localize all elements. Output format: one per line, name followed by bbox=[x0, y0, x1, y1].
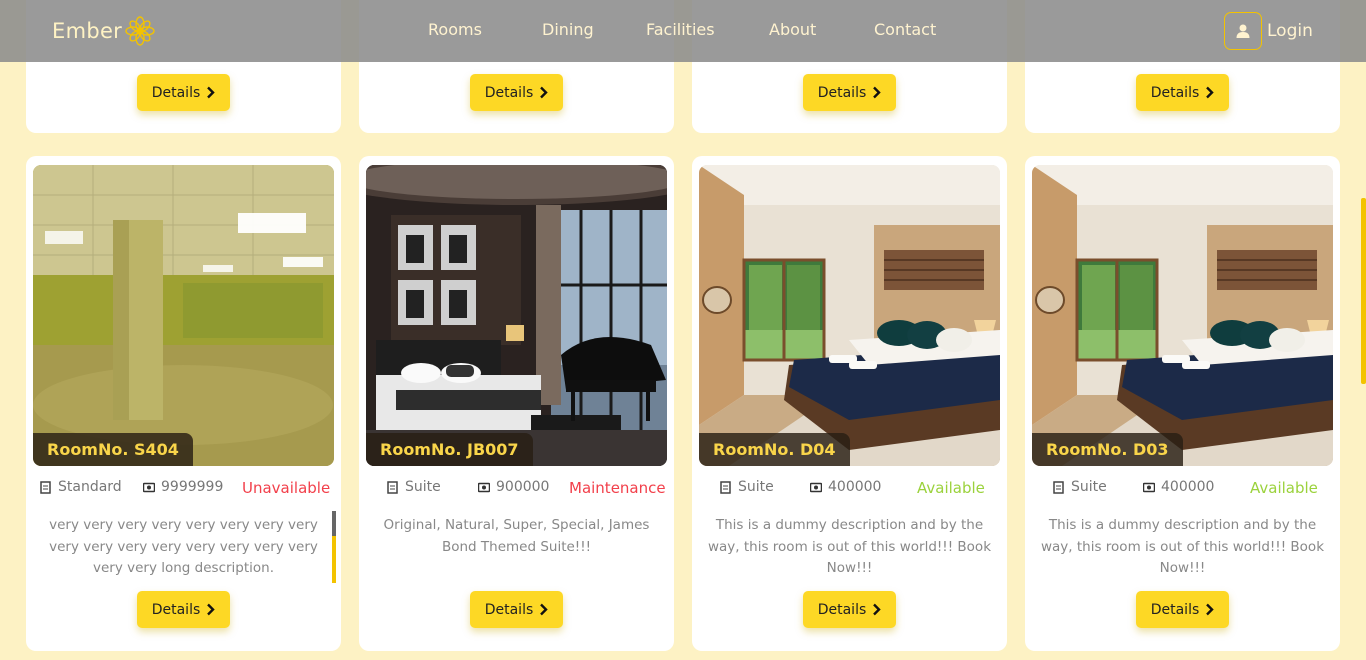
room-image: RoomNo. D03 bbox=[1032, 165, 1333, 466]
nav-link-dining[interactable]: Dining bbox=[542, 20, 594, 39]
status-badge: Maintenance bbox=[569, 479, 666, 497]
description-scrollbar-thumb[interactable] bbox=[332, 511, 336, 536]
room-price: 400000 bbox=[1143, 479, 1214, 495]
user-icon bbox=[1236, 24, 1250, 38]
chevron-right-icon bbox=[540, 603, 548, 616]
document-icon bbox=[1053, 480, 1064, 494]
nav-link-about[interactable]: About bbox=[769, 20, 816, 39]
money-icon bbox=[478, 482, 490, 492]
chevron-right-icon bbox=[1206, 86, 1214, 99]
room-description: Original, Natural, Super, Special, James… bbox=[383, 517, 650, 555]
document-icon bbox=[387, 480, 398, 494]
room-type: Suite bbox=[1053, 479, 1107, 495]
flower-logo-icon bbox=[125, 16, 155, 46]
room-card: RoomNo. S404 Standard 9999999 Unavailabl… bbox=[26, 156, 341, 651]
room-number-label: RoomNo. D03 bbox=[1032, 433, 1183, 466]
room-number-label: RoomNo. S404 bbox=[33, 433, 193, 466]
room-image: RoomNo. S404 bbox=[33, 165, 334, 466]
details-button[interactable]: Details bbox=[137, 74, 230, 111]
room-image: RoomNo. D04 bbox=[699, 165, 1000, 466]
document-icon bbox=[40, 480, 51, 494]
details-button[interactable]: Details bbox=[1136, 74, 1229, 111]
room-number-label: RoomNo. JB007 bbox=[366, 433, 533, 466]
chevron-right-icon bbox=[207, 603, 215, 616]
room-description: This is a dummy description and by the w… bbox=[1040, 517, 1325, 576]
room-price: 400000 bbox=[810, 479, 881, 495]
room-description: very very very very very very very very … bbox=[49, 517, 318, 576]
money-icon bbox=[143, 482, 155, 492]
nav-link-rooms[interactable]: Rooms bbox=[428, 20, 482, 39]
room-type: Standard bbox=[40, 479, 122, 495]
details-button[interactable]: Details bbox=[803, 591, 896, 628]
document-icon bbox=[720, 480, 731, 494]
nav-link-facilities[interactable]: Facilities bbox=[646, 20, 715, 39]
room-card: RoomNo. JB007 Suite 900000 Maintenance O… bbox=[359, 156, 674, 651]
room-type: Suite bbox=[720, 479, 774, 495]
chevron-right-icon bbox=[1206, 603, 1214, 616]
nav-link-contact[interactable]: Contact bbox=[874, 20, 936, 39]
details-button[interactable]: Details bbox=[803, 74, 896, 111]
details-button[interactable]: Details bbox=[470, 74, 563, 111]
chevron-right-icon bbox=[873, 603, 881, 616]
details-button[interactable]: Details bbox=[137, 591, 230, 628]
room-description: This is a dummy description and by the w… bbox=[707, 517, 992, 576]
details-button[interactable]: Details bbox=[1136, 591, 1229, 628]
brand[interactable]: Ember bbox=[52, 16, 155, 46]
room-type: Suite bbox=[387, 479, 441, 495]
status-badge: Unavailable bbox=[242, 479, 331, 497]
navbar: Ember Rooms Dining Facilities About Cont… bbox=[0, 0, 1366, 62]
room-price: 9999999 bbox=[143, 479, 223, 495]
page-scrollbar-thumb[interactable] bbox=[1361, 198, 1366, 384]
login-icon-box bbox=[1224, 12, 1262, 50]
money-icon bbox=[1143, 482, 1155, 492]
details-button[interactable]: Details bbox=[470, 591, 563, 628]
chevron-right-icon bbox=[540, 86, 548, 99]
chevron-right-icon bbox=[873, 86, 881, 99]
room-number-label: RoomNo. D04 bbox=[699, 433, 850, 466]
room-image: RoomNo. JB007 bbox=[366, 165, 667, 466]
room-card: RoomNo. D04 Suite 400000 Available This … bbox=[692, 156, 1007, 651]
status-badge: Available bbox=[917, 479, 985, 497]
login-label: Login bbox=[1267, 21, 1313, 41]
money-icon bbox=[810, 482, 822, 492]
room-price: 900000 bbox=[478, 479, 549, 495]
chevron-right-icon bbox=[207, 86, 215, 99]
login-button[interactable]: Login bbox=[1224, 12, 1313, 50]
room-card: RoomNo. D03 Suite 400000 Available This … bbox=[1025, 156, 1340, 651]
status-badge: Available bbox=[1250, 479, 1318, 497]
brand-name: Ember bbox=[52, 19, 123, 43]
